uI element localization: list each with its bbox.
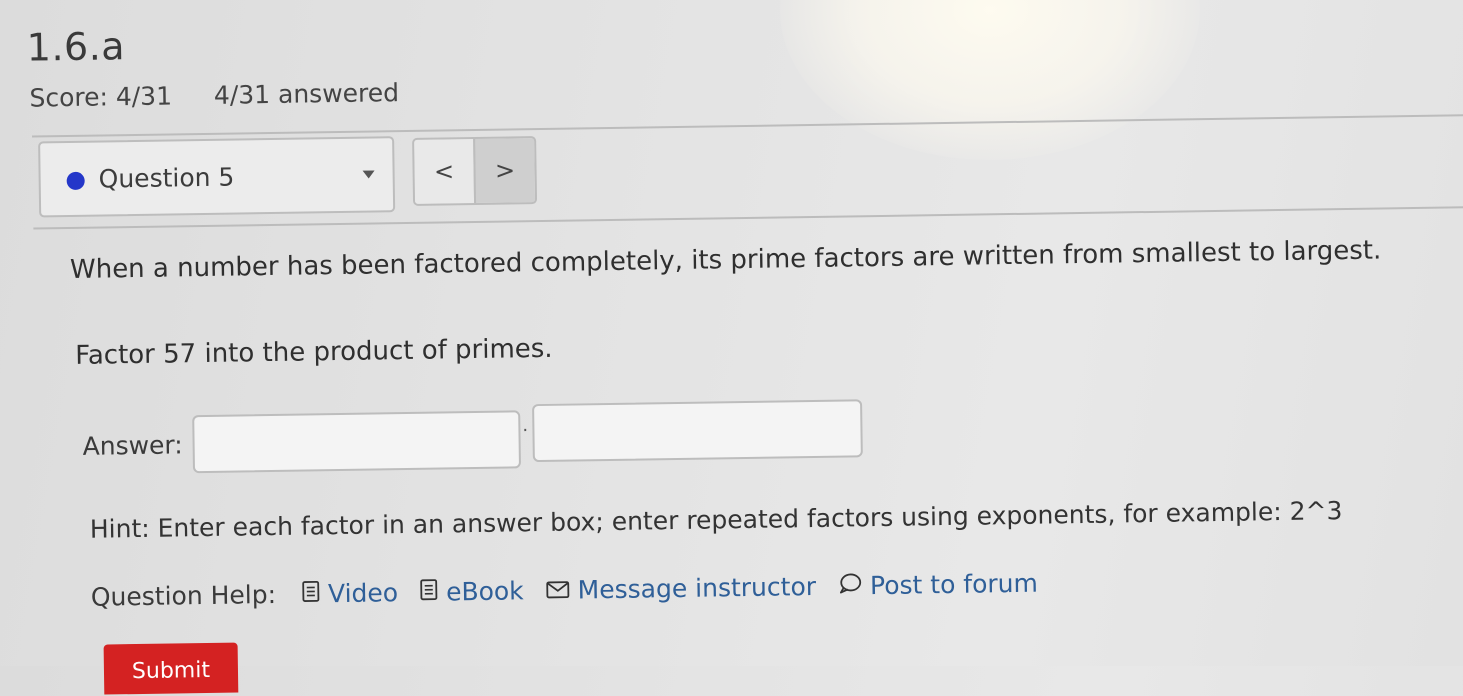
answered-text: 4/31 answered	[214, 78, 400, 110]
question-select-label: Question 5	[98, 163, 234, 194]
question-help: Question Help: Video eBook Message instr…	[91, 568, 1060, 611]
score-text: Score: 4/31	[29, 81, 172, 112]
chevron-left-icon: <	[434, 157, 455, 185]
ebook-link[interactable]: eBook	[420, 576, 524, 607]
ebook-link-label: eBook	[446, 576, 524, 606]
chevron-right-icon: >	[495, 156, 516, 184]
question-instruction: When a number has been factored complete…	[70, 236, 1382, 285]
hint-text: Hint: Enter each factor in an answer box…	[90, 496, 1343, 544]
document-icon	[420, 578, 438, 607]
message-instructor-link[interactable]: Message instructor	[545, 572, 816, 605]
caret-down-icon	[363, 170, 375, 178]
envelope-icon	[545, 576, 569, 605]
status-dot-icon	[67, 172, 85, 190]
page-content: 1.6.a Score: 4/31 4/31 answered Question…	[0, 0, 1463, 674]
question-nav: < >	[412, 136, 537, 206]
document-icon	[302, 579, 320, 608]
question-prompt: Factor 57 into the product of primes.	[75, 334, 553, 371]
previous-question-button[interactable]: <	[414, 139, 474, 204]
question-help-label: Question Help:	[91, 580, 277, 612]
question-select[interactable]: Question 5	[38, 136, 395, 217]
answer-input-1[interactable]	[192, 410, 521, 473]
next-question-button[interactable]: >	[473, 138, 535, 203]
divider-top	[32, 114, 1463, 137]
post-to-forum-link[interactable]: Post to forum	[838, 569, 1038, 601]
multiply-dot: ·	[522, 420, 528, 441]
submit-button[interactable]: Submit	[104, 643, 239, 695]
video-link-label: Video	[328, 578, 398, 608]
page-title: 1.6.a	[26, 24, 125, 69]
score-row: Score: 4/31 4/31 answered	[29, 78, 433, 113]
video-link[interactable]: Video	[302, 578, 398, 608]
post-to-forum-label: Post to forum	[870, 569, 1038, 600]
speech-bubble-icon	[838, 571, 862, 600]
answer-label: Answer:	[82, 430, 182, 460]
message-instructor-label: Message instructor	[577, 572, 816, 605]
answer-input-2[interactable]	[532, 399, 863, 462]
